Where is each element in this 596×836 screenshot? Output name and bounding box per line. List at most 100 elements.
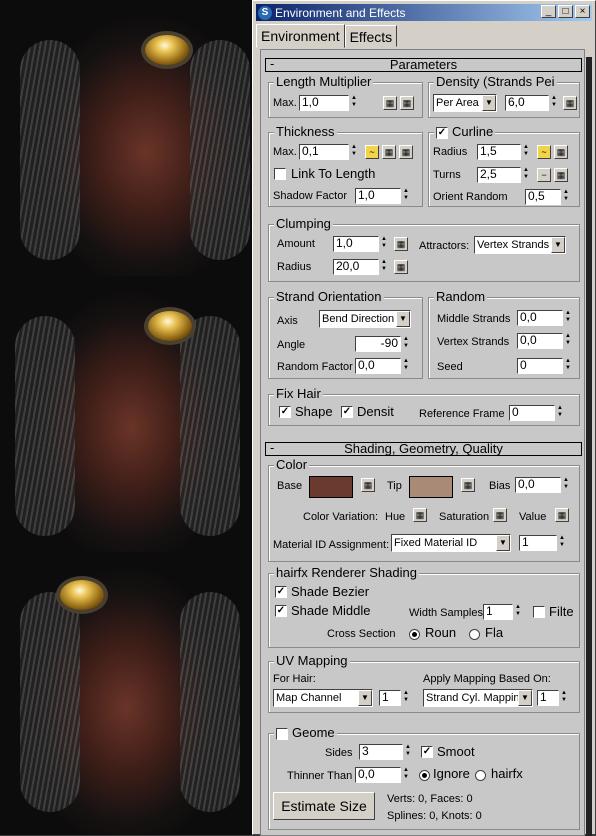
- spinner-arrows-icon[interactable]: ▲ ▼: [561, 189, 571, 205]
- material-id-dropdown[interactable]: Fixed Material ID ▼: [391, 534, 511, 552]
- map-button[interactable]: ▦: [554, 168, 568, 182]
- apply-mapping-spinner[interactable]: 1 ▲ ▼: [537, 690, 569, 706]
- map-button[interactable]: ▦: [383, 96, 397, 110]
- map-button[interactable]: ▦: [400, 96, 414, 110]
- spinner-value[interactable]: 0,0: [517, 333, 563, 349]
- title-bar[interactable]: S Environment and Effects _ □ ×: [256, 4, 592, 21]
- spinner-arrows-icon[interactable]: ▲ ▼: [521, 167, 531, 183]
- spinner-arrows-icon[interactable]: ▲ ▼: [563, 333, 573, 349]
- hairfx-radio[interactable]: [475, 770, 486, 781]
- spinner-arrows-icon[interactable]: ▲ ▼: [349, 95, 359, 111]
- curline-radius-spinner[interactable]: 1,5 ▲ ▼: [477, 144, 531, 160]
- clumping-radius-spinner[interactable]: 20,0 ▲ ▼: [333, 259, 389, 275]
- spinner-value[interactable]: 0,0: [355, 767, 401, 783]
- spinner-value[interactable]: 1,0: [299, 95, 349, 111]
- smooth-checkbox[interactable]: ✓: [421, 746, 433, 758]
- map-button[interactable]: ▦: [382, 145, 396, 159]
- spinner-value[interactable]: 1: [483, 604, 513, 620]
- map-button[interactable]: ▦: [394, 237, 408, 251]
- spinner-arrows-icon[interactable]: ▲ ▼: [563, 358, 573, 374]
- axis-dropdown[interactable]: Bend Direction ▼: [319, 310, 411, 328]
- spinner-arrows-icon[interactable]: ▲ ▼: [549, 95, 559, 111]
- maximize-button[interactable]: □: [558, 5, 573, 18]
- parameters-rollout-header[interactable]: - Parameters: [265, 57, 582, 72]
- thinner-than-spinner[interactable]: 0,0 ▲ ▼: [355, 767, 411, 783]
- scrollbar[interactable]: [586, 57, 592, 836]
- curline-checkbox[interactable]: ✓: [436, 127, 448, 139]
- map-button[interactable]: ▦: [461, 478, 475, 492]
- map-button[interactable]: ▦: [394, 260, 408, 274]
- map-button[interactable]: ▦: [493, 508, 507, 522]
- spinner-value[interactable]: 1,0: [355, 188, 401, 204]
- map-button[interactable]: ▦: [563, 96, 577, 110]
- spinner-arrows-icon[interactable]: ▲ ▼: [379, 236, 389, 252]
- shape-checkbox[interactable]: ✓: [279, 406, 291, 418]
- dropdown-arrow-icon[interactable]: ▼: [496, 535, 510, 551]
- shading-rollout-header[interactable]: - Shading, Geometry, Quality: [265, 441, 582, 456]
- spinner-value[interactable]: 1: [519, 535, 557, 551]
- spinner-arrows-icon[interactable]: ▲ ▼: [559, 690, 569, 706]
- shade-middle-checkbox[interactable]: ✓: [275, 605, 287, 617]
- shade-bezier-checkbox[interactable]: ✓: [275, 586, 287, 598]
- spinner-arrows-icon[interactable]: ▲ ▼: [401, 767, 411, 783]
- spinner-arrows-icon[interactable]: ▲ ▼: [401, 690, 411, 706]
- curline-turns-spinner[interactable]: 2,5 ▲ ▼: [477, 167, 531, 183]
- map-button[interactable]: ▦: [399, 145, 413, 159]
- spinner-value[interactable]: 3: [359, 744, 403, 760]
- spinner-value[interactable]: 0,1: [299, 144, 349, 160]
- curve-button[interactable]: ~: [365, 145, 379, 159]
- round-radio[interactable]: [409, 629, 420, 640]
- spinner-arrows-icon[interactable]: ▲ ▼: [401, 336, 411, 352]
- minus-button[interactable]: −: [537, 168, 551, 182]
- geometry-checkbox[interactable]: [276, 728, 288, 740]
- sides-spinner[interactable]: 3 ▲ ▼: [359, 744, 413, 760]
- spinner-value[interactable]: 0: [509, 405, 555, 421]
- spinner-value[interactable]: 1: [537, 690, 559, 706]
- map-button[interactable]: ▦: [413, 508, 427, 522]
- density-spinner[interactable]: 6,0 ▲ ▼: [505, 95, 559, 111]
- map-button[interactable]: ▦: [555, 508, 569, 522]
- spinner-value[interactable]: 0,0: [515, 477, 561, 493]
- orient-random-spinner[interactable]: 0,5 ▲ ▼: [525, 189, 571, 205]
- filter-checkbox[interactable]: [533, 606, 545, 618]
- dropdown-arrow-icon[interactable]: ▼: [551, 237, 565, 253]
- spinner-arrows-icon[interactable]: ▲ ▼: [521, 144, 531, 160]
- seed-spinner[interactable]: 0 ▲ ▼: [517, 358, 573, 374]
- spinner-arrows-icon[interactable]: ▲ ▼: [401, 188, 411, 204]
- width-samples-spinner[interactable]: 1 ▲ ▼: [483, 604, 523, 620]
- spinner-arrows-icon[interactable]: ▲ ▼: [379, 259, 389, 275]
- spinner-arrows-icon[interactable]: ▲ ▼: [403, 744, 413, 760]
- spinner-value[interactable]: 0: [517, 358, 563, 374]
- map-channel-spinner[interactable]: 1 ▲ ▼: [379, 690, 411, 706]
- shadow-factor-spinner[interactable]: 1,0 ▲ ▼: [355, 188, 411, 204]
- spinner-value[interactable]: 20,0: [333, 259, 379, 275]
- length-max-spinner[interactable]: 1,0 ▲ ▼: [299, 95, 359, 111]
- close-button[interactable]: ×: [575, 5, 590, 18]
- spinner-value[interactable]: 0,5: [525, 189, 561, 205]
- tip-color-swatch[interactable]: [409, 476, 453, 498]
- link-to-length-checkbox[interactable]: [274, 168, 286, 180]
- dropdown-arrow-icon[interactable]: ▼: [518, 690, 532, 706]
- dropdown-arrow-icon[interactable]: ▼: [396, 311, 410, 327]
- spinner-arrows-icon[interactable]: ▲ ▼: [561, 477, 571, 493]
- curve-button[interactable]: ~: [537, 145, 551, 159]
- spinner-value[interactable]: 0,0: [355, 358, 401, 374]
- middle-strands-spinner[interactable]: 0,0 ▲ ▼: [517, 310, 573, 326]
- thickness-max-spinner[interactable]: 0,1 ▲ ▼: [299, 144, 359, 160]
- spinner-arrows-icon[interactable]: ▲ ▼: [349, 144, 359, 160]
- map-channel-dropdown[interactable]: Map Channel ▼: [273, 689, 373, 707]
- map-button[interactable]: ▦: [361, 478, 375, 492]
- spinner-value[interactable]: 2,5: [477, 167, 521, 183]
- bias-spinner[interactable]: 0,0 ▲ ▼: [515, 477, 571, 493]
- spinner-value[interactable]: 6,0: [505, 95, 549, 111]
- density-checkbox[interactable]: ✓: [341, 406, 353, 418]
- density-mode-dropdown[interactable]: Per Area ▼: [433, 94, 497, 112]
- dropdown-arrow-icon[interactable]: ▼: [358, 690, 372, 706]
- ignore-radio[interactable]: [419, 770, 430, 781]
- minimize-button[interactable]: _: [541, 5, 556, 18]
- vertex-strands-spinner[interactable]: 0,0 ▲ ▼: [517, 333, 573, 349]
- attractors-dropdown[interactable]: Vertex Strands ▼: [474, 236, 566, 254]
- spinner-value[interactable]: 0,0: [517, 310, 563, 326]
- angle-spinner[interactable]: -90 ▲ ▼: [355, 336, 411, 352]
- spinner-arrows-icon[interactable]: ▲ ▼: [557, 535, 567, 551]
